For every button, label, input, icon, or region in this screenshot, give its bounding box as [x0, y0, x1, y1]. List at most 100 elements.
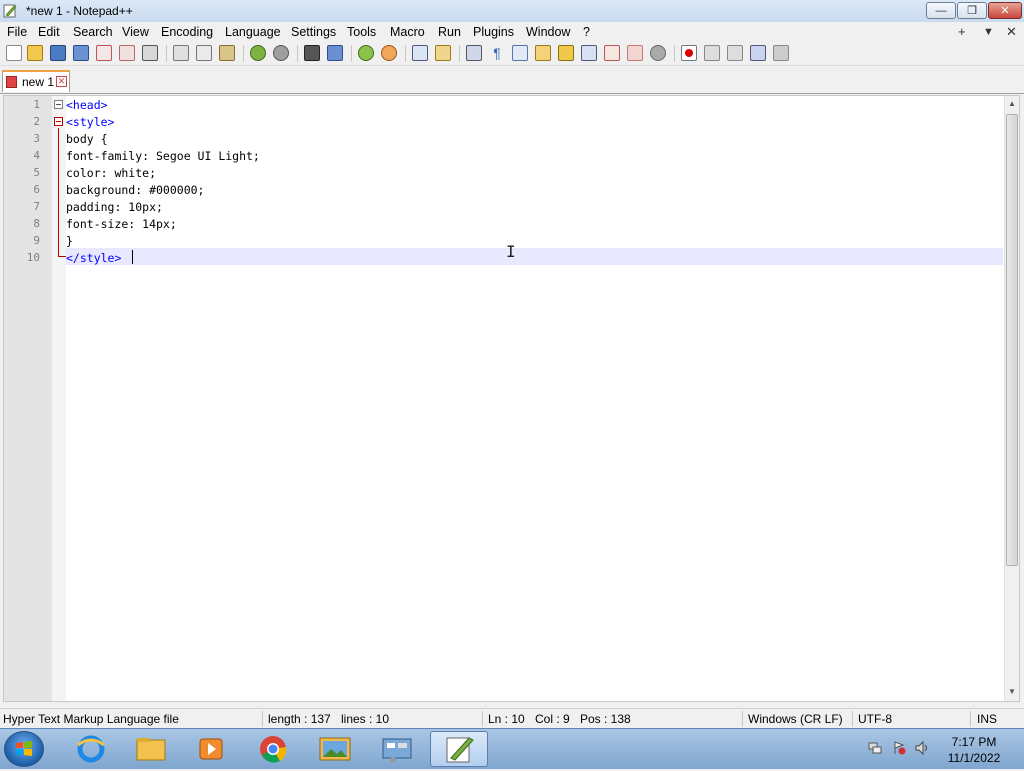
save-icon[interactable] — [50, 45, 66, 61]
show-all-characters-icon[interactable]: ¶ — [489, 45, 505, 61]
status-position: Pos : 138 — [580, 712, 631, 726]
ibeam-cursor-icon: I — [506, 242, 516, 261]
menu-plugins[interactable]: Plugins — [473, 25, 514, 39]
menu-tools[interactable]: Tools — [347, 25, 376, 39]
fold-margin[interactable] — [52, 96, 66, 701]
taskbar-control-panel[interactable] — [368, 731, 426, 767]
run-macro-multiple-icon[interactable] — [750, 45, 766, 61]
clock-time: 7:17 PM — [951, 735, 997, 749]
taskbar-chrome[interactable] — [244, 731, 302, 767]
close-file-icon[interactable] — [96, 45, 112, 61]
playback-macro-icon[interactable] — [727, 45, 743, 61]
maximize-button[interactable]: ❐ — [957, 2, 987, 19]
print-icon[interactable] — [142, 45, 158, 61]
editor-area[interactable]: 1 2 3 4 5 6 7 8 9 10 <head> <style> body… — [3, 95, 1020, 702]
code-line: <head> — [66, 98, 108, 112]
status-file-type: Hyper Text Markup Language file — [3, 712, 179, 726]
status-column: Col : 9 — [535, 712, 570, 726]
word-wrap-icon[interactable] — [466, 45, 482, 61]
minimize-button[interactable]: — — [926, 2, 956, 19]
close-all-icon[interactable] — [119, 45, 135, 61]
close-document-button[interactable]: ✕ — [1006, 24, 1017, 40]
system-clock[interactable]: 7:17 PM 11/1/2022 — [944, 734, 1004, 766]
sync-vertical-icon[interactable] — [412, 45, 428, 61]
user-defined-language-icon[interactable] — [535, 45, 551, 61]
function-list-icon[interactable] — [581, 45, 597, 61]
code-line: <style> — [66, 115, 115, 129]
line-number: 10 — [26, 251, 40, 264]
start-button[interactable] — [4, 731, 44, 767]
scroll-up-arrow-icon[interactable]: ▲ — [1008, 99, 1016, 108]
line-number: 6 — [33, 183, 40, 196]
current-line-highlight — [66, 248, 1003, 265]
windows-logo-icon — [16, 741, 32, 756]
line-number: 3 — [33, 132, 40, 145]
internet-explorer-icon — [77, 735, 105, 763]
line-number: 1 — [33, 98, 40, 111]
find-icon[interactable] — [304, 45, 320, 61]
new-tab-button[interactable]: + — [958, 24, 966, 39]
scrollbar-thumb[interactable] — [1006, 114, 1018, 566]
tab-list-dropdown[interactable]: ▼ — [983, 26, 994, 38]
record-macro-icon[interactable] — [681, 45, 697, 61]
document-map-icon[interactable] — [558, 45, 574, 61]
line-number: 4 — [33, 149, 40, 162]
open-file-icon[interactable] — [27, 45, 43, 61]
replace-icon[interactable] — [327, 45, 343, 61]
status-eol[interactable]: Windows (CR LF) — [748, 712, 843, 726]
menu-settings[interactable]: Settings — [291, 25, 336, 39]
scroll-down-arrow-icon[interactable]: ▼ — [1008, 687, 1016, 696]
menu-help[interactable]: ? — [583, 25, 590, 39]
menu-edit[interactable]: Edit — [38, 25, 60, 39]
project-folder-icon[interactable] — [627, 45, 643, 61]
tab-label: new 1 — [22, 75, 55, 89]
zoom-out-icon[interactable] — [381, 45, 397, 61]
line-number: 8 — [33, 217, 40, 230]
menu-language[interactable]: Language — [225, 25, 281, 39]
menu-window[interactable]: Window — [526, 25, 570, 39]
menu-file[interactable]: File — [7, 25, 27, 39]
code-line: padding: 10px; — [66, 200, 163, 214]
paste-icon[interactable] — [219, 45, 235, 61]
save-macro-icon[interactable] — [773, 45, 789, 61]
undo-icon[interactable] — [250, 45, 266, 61]
menu-encoding[interactable]: Encoding — [161, 25, 213, 39]
cut-icon[interactable] — [173, 45, 189, 61]
taskbar-media-player[interactable] — [182, 731, 240, 767]
redo-icon[interactable] — [273, 45, 289, 61]
zoom-in-icon[interactable] — [358, 45, 374, 61]
action-center-tray-icon[interactable] — [892, 741, 906, 755]
code-line: font-size: 14px; — [66, 217, 177, 231]
menu-run[interactable]: Run — [438, 25, 461, 39]
text-caret — [132, 250, 133, 264]
monitoring-icon[interactable] — [650, 45, 666, 61]
vertical-scrollbar[interactable]: ▲ ▼ — [1004, 96, 1019, 701]
fold-toggle-head[interactable] — [54, 100, 63, 109]
network-tray-icon[interactable] — [868, 741, 882, 755]
taskbar-internet-explorer[interactable] — [62, 731, 120, 767]
copy-icon[interactable] — [196, 45, 212, 61]
line-number: 5 — [33, 166, 40, 179]
save-all-icon[interactable] — [73, 45, 89, 61]
menu-view[interactable]: View — [122, 25, 149, 39]
taskbar-file-explorer[interactable] — [122, 731, 180, 767]
stop-recording-icon[interactable] — [704, 45, 720, 61]
sync-horizontal-icon[interactable] — [435, 45, 451, 61]
taskbar-notepadpp[interactable] — [430, 731, 488, 767]
taskbar-photo-viewer[interactable] — [306, 731, 364, 767]
new-file-icon[interactable] — [6, 45, 22, 61]
code-line: color: white; — [66, 166, 157, 180]
status-insert-mode: INS — [977, 712, 998, 726]
status-encoding[interactable]: UTF-8 — [858, 712, 892, 726]
volume-tray-icon[interactable] — [915, 741, 929, 755]
tab-new-1[interactable]: new 1 ✕ — [2, 70, 70, 92]
media-player-icon — [199, 738, 223, 760]
close-button[interactable]: ✕ — [988, 2, 1022, 19]
code-line: </style> — [66, 251, 122, 265]
menu-search[interactable]: Search — [73, 25, 113, 39]
fold-toggle-style[interactable] — [54, 117, 63, 126]
folder-as-workspace-icon[interactable] — [604, 45, 620, 61]
tab-close-icon[interactable]: ✕ — [56, 76, 67, 87]
menu-macro[interactable]: Macro — [390, 25, 425, 39]
indent-guide-icon[interactable] — [512, 45, 528, 61]
